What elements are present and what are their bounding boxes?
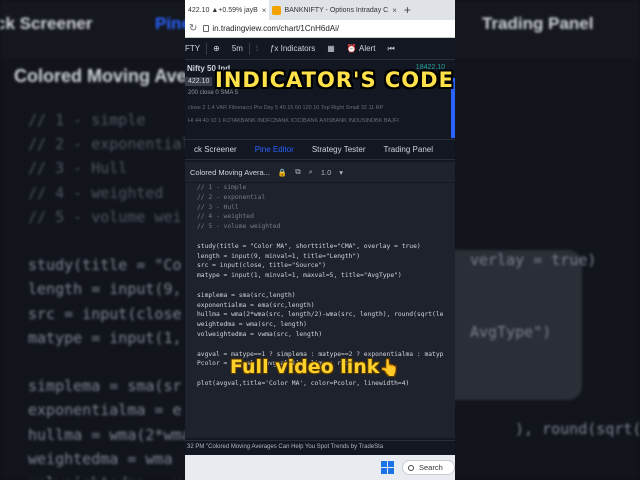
background-code-line	[28, 350, 191, 374]
code-line: study(title = "Color MA", shorttitle="CM…	[197, 242, 421, 250]
code-line: matype = input(1, minval=1, maxval=5, ti…	[197, 272, 402, 280]
pointing-hand-icon: 👆	[379, 358, 400, 377]
overlay-title: INDICATOR'S CODE	[215, 68, 454, 92]
video-link-label: Full video link	[230, 356, 380, 378]
browser-tab-strip: 422.10 ▲+0.59% jayB × BANKNIFTY - Option…	[185, 0, 455, 20]
replay-icon[interactable]: ⏮	[382, 44, 401, 54]
close-icon[interactable]: ×	[262, 6, 267, 15]
script-name-dropdown[interactable]: Colored Moving Avera...	[190, 168, 270, 177]
background-code-line: volweightedma = v	[28, 471, 191, 480]
background-code-line: length = input(9,	[28, 280, 182, 299]
background-code-line: hullma = wma(2*wma	[28, 425, 191, 444]
background-code-line: exponentialma = e	[28, 401, 182, 420]
tab-pine-editor[interactable]: Pine Editor	[246, 145, 303, 154]
indicators-label: Indicators	[280, 44, 316, 53]
symbol-search-button[interactable]: FTY	[185, 44, 206, 53]
code-editor[interactable]: // 1 - simple // 2 - exponential // 3 - Hu…	[185, 183, 455, 438]
lock-icon	[203, 25, 210, 32]
add-symbol-button[interactable]: ⊕	[207, 44, 226, 53]
background-code-line: // 2 - exponential	[28, 135, 191, 154]
tab-strategy-tester[interactable]: Strategy Tester	[303, 145, 375, 154]
background-code-line: // 5 - volume wei	[28, 207, 182, 226]
pine-editor-header: Colored Moving Avera... 🔒 ⧉ ⌕ 1.0 ▾	[185, 162, 455, 182]
background-code-line: study(title = "Co	[28, 256, 182, 275]
stocks-legend: HI 44 40 10 1 KOTAKBANK INDFCBANK ICICIB…	[188, 118, 399, 124]
code-line: src = input(close, title="Source")	[197, 262, 326, 270]
address-bar[interactable]: ↻ in.tradingview.com/chart/1CnH6dAi/	[185, 20, 455, 38]
browser-tab-banknifty[interactable]: BANKNIFTY - Options Intraday C ×	[269, 0, 399, 20]
status-bar: 32 PM "Colored Moving Averages Can Help …	[185, 440, 455, 454]
templates-icon[interactable]: ▦	[321, 44, 341, 53]
code-line: exponentialma = ema(src,length)	[197, 301, 315, 309]
windows-start-icon[interactable]	[381, 461, 394, 474]
code-line: // 3 - Hull	[197, 203, 239, 211]
background-code: // 1 - simple // 2 - exponential // 3 - Hu…	[28, 108, 191, 480]
code-line: hullma = wma(2*wma(src, length/2)-wma(sr…	[197, 311, 444, 319]
background-code-line: weightedma = wma	[28, 449, 173, 468]
tab-label: BANKNIFTY - Options Intraday C	[284, 6, 389, 14]
code-line: // 2 - exponential	[197, 193, 266, 201]
price-tag: 422.10	[185, 77, 213, 86]
copy-icon[interactable]: ⧉	[295, 167, 300, 177]
lock-icon[interactable]: 🔒	[278, 168, 287, 177]
background-tab-screener: ck Screener	[0, 14, 93, 33]
alert-button[interactable]: ⏰ Alert	[341, 44, 382, 53]
chart-type-icon[interactable]: ⫶	[250, 44, 264, 54]
taskbar-search[interactable]: Search	[402, 460, 455, 475]
url-text[interactable]: in.tradingview.com/chart/1CnH6dAi/	[212, 24, 339, 33]
indicators-button[interactable]: ƒx Indicators	[264, 44, 321, 53]
code-line: // 5 - volume weighted	[197, 223, 281, 231]
code-line: // 4 - weighted	[197, 213, 254, 221]
bottom-panel-tabs: ck Screener Pine Editor Strategy Tester …	[185, 140, 455, 160]
interval-button[interactable]: 5m	[226, 44, 249, 53]
background-code-line: // 1 - simple	[28, 111, 146, 129]
background-code-line	[28, 229, 191, 253]
code-line: length = input(9, minval=1, title="Lengt…	[197, 252, 361, 260]
code-line: plot(avgval,title='Color MA', color=Pcol…	[197, 379, 410, 387]
phone-screen: 422.10 ▲+0.59% jayB × BANKNIFTY - Option…	[185, 0, 455, 480]
search-icon[interactable]: ⌕	[309, 167, 313, 177]
browser-tab-tradingview[interactable]: 422.10 ▲+0.59% jayB ×	[185, 0, 270, 20]
background-code-line: simplema = sma(sr	[28, 377, 182, 396]
code-line: weightedma = wma(src, length)	[197, 321, 307, 329]
background-code-line: matype = input(1,	[28, 328, 182, 347]
background-code-fragment: ), round(sqrt(le	[515, 420, 640, 438]
code-line: volweightedma = vwma(src, length)	[197, 330, 323, 338]
chart-toolbar: FTY ⊕ 5m ⫶ ƒx Indicators ▦ ⏰ Alert ⏮	[185, 38, 455, 60]
background-code-line: // 3 - Hull	[28, 159, 128, 178]
tab-stock-screener[interactable]: ck Screener	[185, 145, 246, 154]
favicon-icon	[272, 5, 282, 15]
taskbar-search-label: Search	[419, 463, 443, 472]
fib-legend: close 2 1.4 VAR Fibonacci Pro Day 5 40 1…	[188, 105, 384, 111]
search-icon	[408, 464, 414, 471]
full-video-link[interactable]: Full video link👆	[230, 356, 399, 378]
background-tab-trading-panel: Trading Panel	[482, 14, 594, 33]
background-code-line: src = input(close	[28, 304, 182, 323]
code-line: simplema = sma(src,length)	[197, 291, 296, 299]
background-script-title: Colored Moving Avera	[14, 66, 204, 86]
tab-label: 422.10 ▲+0.59% jayB	[188, 6, 258, 14]
tab-trading-panel[interactable]: Trading Panel	[374, 145, 442, 154]
code-line: // 1 - simple	[197, 184, 247, 191]
version-dropdown[interactable]: 1.0	[321, 168, 331, 177]
reload-icon[interactable]: ↻	[189, 23, 197, 34]
chevron-down-icon[interactable]: ▾	[339, 168, 343, 177]
windows-taskbar: Search	[185, 455, 455, 480]
new-tab-button[interactable]: +	[404, 3, 411, 17]
alert-label: Alert	[359, 44, 376, 53]
background-code-line: // 4 - weighted	[28, 183, 164, 202]
close-icon[interactable]: ×	[392, 6, 397, 15]
